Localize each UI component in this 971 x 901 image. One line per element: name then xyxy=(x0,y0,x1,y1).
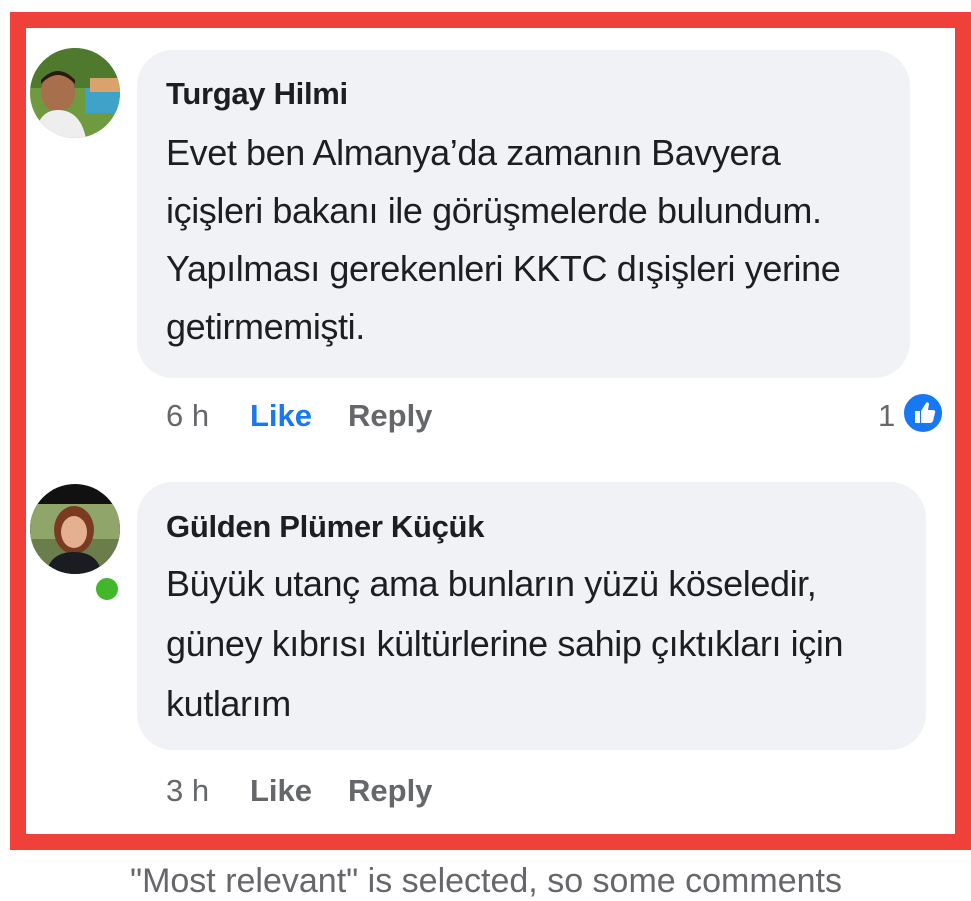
reply-button[interactable]: Reply xyxy=(348,773,432,809)
comment-timestamp: 3 h xyxy=(166,773,210,808)
sort-notice: "Most relevant" is selected, so some com… xyxy=(130,862,842,900)
avatar[interactable] xyxy=(30,484,120,574)
comment-text-line: güney kıbrısı kültürlerine sahip çıktıkl… xyxy=(166,623,844,664)
comment-author[interactable]: Turgay Hilmi xyxy=(166,76,348,112)
like-button[interactable]: Like xyxy=(250,398,312,434)
online-status-icon xyxy=(92,574,122,604)
comment-text-line: Büyük utanç ama bunların yüzü köseledir, xyxy=(166,563,817,604)
comment-text-line: kutlarım xyxy=(166,683,291,724)
comment-text-line: Yapılması gerekenleri KKTC dışişleri yer… xyxy=(166,248,841,289)
avatar[interactable] xyxy=(30,48,120,138)
avatar-photo-gulden xyxy=(30,484,120,574)
thumbs-up-icon[interactable] xyxy=(901,391,945,435)
reaction-count[interactable]: 1 xyxy=(878,398,895,434)
avatar-photo-turgay xyxy=(30,48,120,138)
comment-author[interactable]: Gülden Plümer Küçük xyxy=(166,509,484,545)
comment-timestamp: 6 h xyxy=(166,398,210,433)
comment-text-line: Evet ben Almanya’da zamanın Bavyera xyxy=(166,132,781,173)
comment-text-line: getirmemişti. xyxy=(166,306,365,347)
reply-button[interactable]: Reply xyxy=(348,398,432,434)
comment-text-line: içişleri bakanı ile görüşmelerde bulundu… xyxy=(166,190,822,231)
like-button[interactable]: Like xyxy=(250,773,312,809)
